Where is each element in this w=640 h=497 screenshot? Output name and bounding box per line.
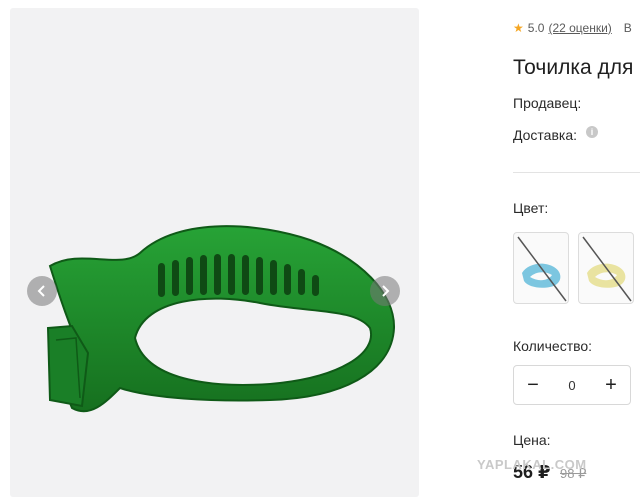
product-gallery[interactable]: [10, 8, 419, 497]
rating-row: ★ 5.0 (22 оценки) В: [513, 21, 632, 35]
chevron-right-icon: [382, 285, 390, 297]
chevron-left-icon: [37, 285, 45, 297]
swatch-yellow-image: [582, 236, 632, 302]
quantity-stepper: − 0 +: [513, 365, 631, 405]
decrease-button[interactable]: −: [524, 375, 542, 395]
color-swatch-blue[interactable]: [513, 232, 569, 304]
info-icon[interactable]: i: [586, 126, 598, 138]
quantity-label: Количество:: [513, 338, 593, 354]
seller-label: Продавец:: [513, 95, 582, 111]
product-page: ★ 5.0 (22 оценки) В Точилка для Продавец…: [0, 0, 640, 497]
color-swatch-yellow[interactable]: [578, 232, 634, 304]
quantity-value[interactable]: 0: [568, 378, 575, 393]
divider: [513, 172, 640, 173]
rating-value: 5.0: [527, 21, 545, 35]
gallery-next-button[interactable]: [370, 276, 400, 306]
rating-extra: В: [623, 21, 632, 35]
star-icon: ★: [513, 21, 524, 35]
product-title: Точилка для: [513, 56, 634, 79]
swatch-blue-image: [517, 236, 567, 302]
increase-button[interactable]: +: [602, 375, 620, 395]
color-label: Цвет:: [513, 200, 549, 216]
watermark: YAPLAKAL.COM: [477, 457, 587, 472]
gallery-prev-button[interactable]: [27, 276, 57, 306]
price-label: Цена:: [513, 432, 551, 448]
reviews-link[interactable]: (22 оценки): [548, 21, 611, 35]
delivery-label: Доставка:: [513, 127, 578, 143]
product-image: [46, 225, 396, 413]
